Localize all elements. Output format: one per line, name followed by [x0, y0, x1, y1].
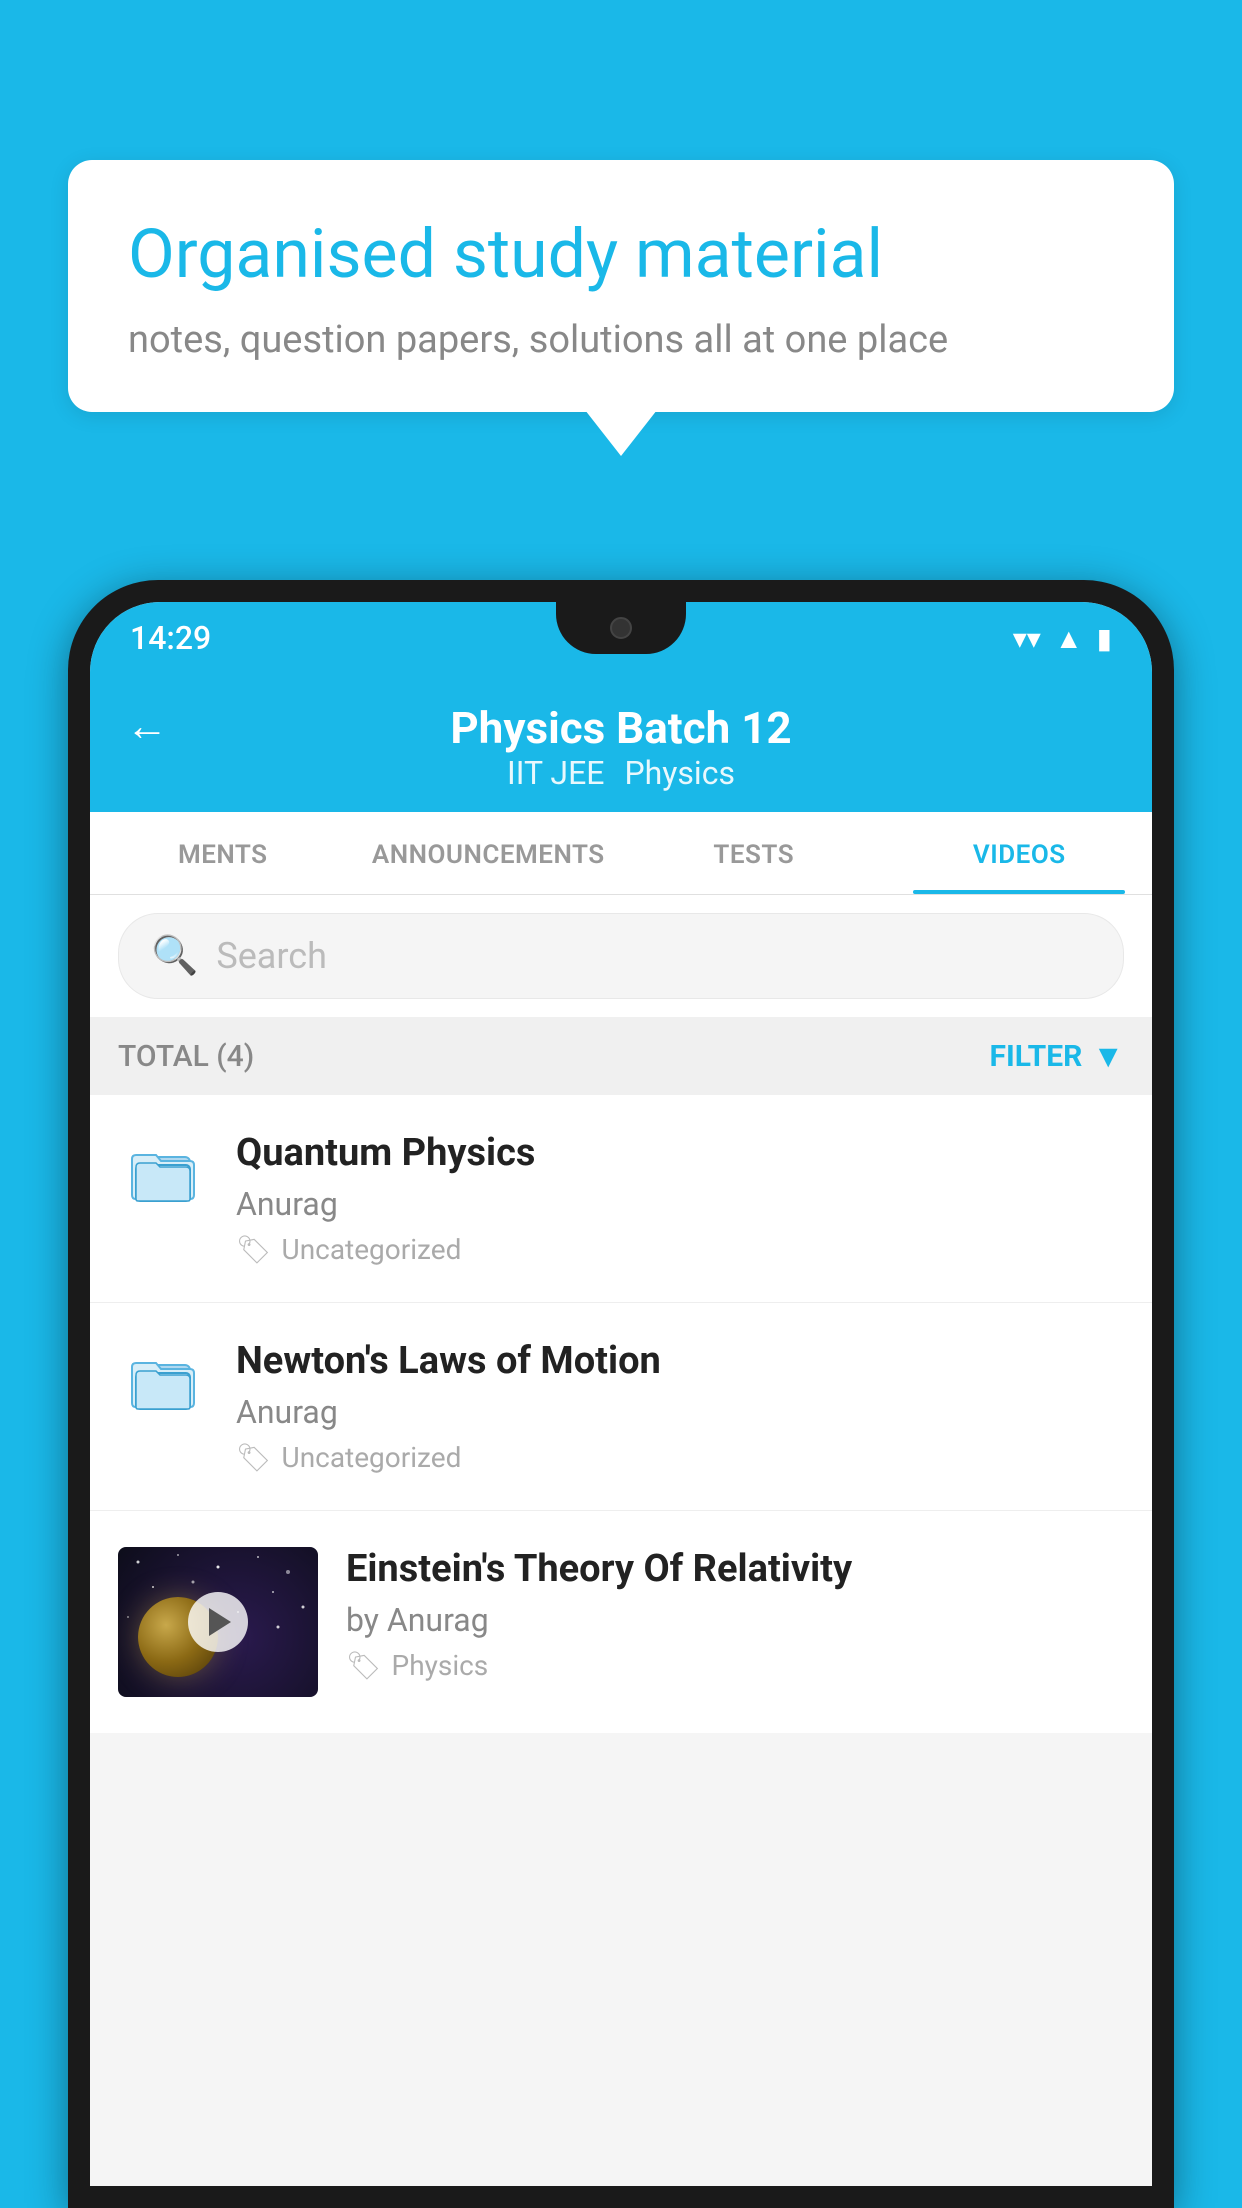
- phone-frame: 14:29 ▾▾ ▲ ▮ ← Physics Batch 12 IIT JEE …: [68, 580, 1174, 2208]
- list-item[interactable]: Quantum Physics Anurag 🏷 Uncategorized: [90, 1095, 1152, 1303]
- filter-icon: ▼: [1092, 1037, 1124, 1075]
- video-list: Quantum Physics Anurag 🏷 Uncategorized: [90, 1095, 1152, 1733]
- status-icons: ▾▾ ▲ ▮: [1013, 622, 1112, 655]
- header-tag1: IIT JEE: [507, 754, 604, 792]
- status-bar: 14:29 ▾▾ ▲ ▮: [90, 602, 1152, 674]
- item-author: Anurag: [236, 1393, 1124, 1431]
- tag-icon: 🏷: [236, 1441, 272, 1474]
- bubble-title: Organised study material: [128, 214, 1114, 296]
- video-thumbnail: [118, 1547, 318, 1697]
- search-bar[interactable]: 🔍 Search: [118, 913, 1124, 999]
- play-icon: [209, 1608, 231, 1636]
- list-item[interactable]: Newton's Laws of Motion Anurag 🏷 Uncateg…: [90, 1303, 1152, 1511]
- folder-icon: [118, 1339, 208, 1415]
- item-tag: 🏷 Physics: [346, 1649, 1124, 1682]
- search-placeholder: Search: [216, 935, 327, 977]
- search-icon: 🔍: [151, 934, 198, 978]
- item-tag: 🏷 Uncategorized: [236, 1233, 1124, 1266]
- bubble-subtitle: notes, question papers, solutions all at…: [128, 318, 1114, 362]
- tab-bar: MENTS ANNOUNCEMENTS TESTS VIDEOS: [90, 812, 1152, 895]
- item-title: Einstein's Theory Of Relativity: [346, 1547, 1124, 1591]
- tag-icon: 🏷: [236, 1233, 272, 1266]
- app-header: ← Physics Batch 12 IIT JEE Physics: [90, 674, 1152, 812]
- item-title: Newton's Laws of Motion: [236, 1339, 1124, 1383]
- filter-bar: TOTAL (4) FILTER ▼: [90, 1017, 1152, 1095]
- notch: [556, 602, 686, 654]
- tag-label: Uncategorized: [282, 1233, 462, 1266]
- tab-ments[interactable]: MENTS: [90, 812, 356, 894]
- play-button[interactable]: [188, 1592, 248, 1652]
- search-container: 🔍 Search: [90, 895, 1152, 1017]
- item-tag: 🏷 Uncategorized: [236, 1441, 1124, 1474]
- back-button[interactable]: ←: [126, 702, 168, 751]
- speech-bubble: Organised study material notes, question…: [68, 160, 1174, 412]
- wifi-icon: ▾▾: [1013, 622, 1041, 655]
- item-title: Quantum Physics: [236, 1131, 1124, 1175]
- status-time: 14:29: [130, 619, 211, 657]
- tab-announcements[interactable]: ANNOUNCEMENTS: [356, 812, 622, 894]
- header-title: Physics Batch 12: [450, 702, 791, 754]
- folder-icon: [118, 1131, 208, 1207]
- tab-videos[interactable]: VIDEOS: [887, 812, 1153, 894]
- filter-label: FILTER: [990, 1039, 1083, 1074]
- phone-screen: 14:29 ▾▾ ▲ ▮ ← Physics Batch 12 IIT JEE …: [90, 602, 1152, 2186]
- header-tag2: Physics: [624, 754, 735, 792]
- battery-icon: ▮: [1097, 622, 1112, 655]
- camera-dot: [610, 617, 632, 639]
- tag-label: Physics: [392, 1649, 489, 1682]
- item-info: Einstein's Theory Of Relativity by Anura…: [346, 1547, 1124, 1682]
- header-subtitle: IIT JEE Physics: [507, 754, 735, 792]
- filter-button[interactable]: FILTER ▼: [990, 1037, 1125, 1075]
- total-count: TOTAL (4): [118, 1039, 254, 1074]
- item-info: Newton's Laws of Motion Anurag 🏷 Uncateg…: [236, 1339, 1124, 1474]
- tab-tests[interactable]: TESTS: [621, 812, 887, 894]
- signal-icon: ▲: [1055, 622, 1083, 655]
- tag-label: Uncategorized: [282, 1441, 462, 1474]
- tag-icon: 🏷: [346, 1649, 382, 1682]
- item-info: Quantum Physics Anurag 🏷 Uncategorized: [236, 1131, 1124, 1266]
- item-author: Anurag: [236, 1185, 1124, 1223]
- list-item[interactable]: Einstein's Theory Of Relativity by Anura…: [90, 1511, 1152, 1733]
- item-author: by Anurag: [346, 1601, 1124, 1639]
